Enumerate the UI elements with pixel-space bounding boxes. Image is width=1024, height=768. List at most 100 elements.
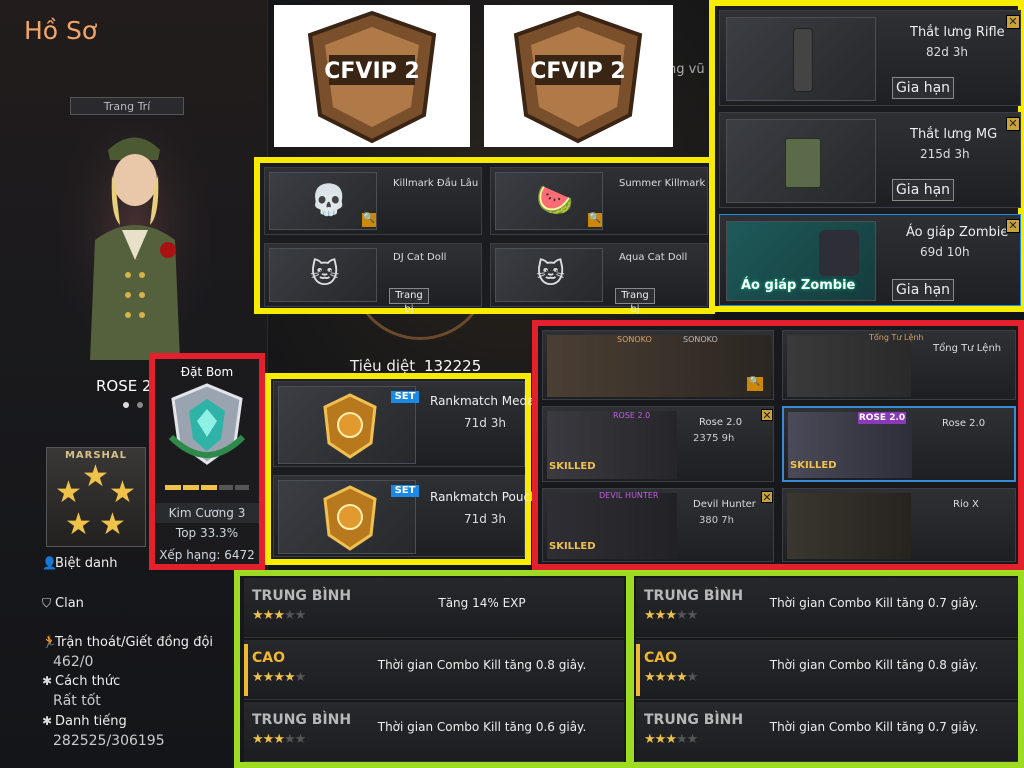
perk-tier: CAO bbox=[252, 650, 286, 666]
character-name: Devil Hunter bbox=[693, 499, 756, 510]
character-card[interactable]: DEVIL HUNTER SKILLED Devil Hunter 380 7h… bbox=[542, 488, 774, 562]
killmark-card[interactable]: 🍉 🔍 Summer Killmark bbox=[490, 167, 708, 235]
extend-button[interactable]: Gia hạn bbox=[892, 179, 954, 201]
perk-description: Thời gian Combo Kill tăng 0.7 giây. bbox=[769, 720, 979, 734]
medal-card[interactable]: SET Rankmatch Pouch 71d 3h bbox=[273, 475, 538, 557]
character-portrait bbox=[787, 335, 911, 397]
magnify-icon[interactable]: 🔍 bbox=[747, 377, 763, 391]
close-icon[interactable]: ✕ bbox=[761, 409, 773, 422]
aqua-cat-icon: 🐱 bbox=[536, 257, 566, 290]
carousel-dot[interactable] bbox=[137, 402, 143, 408]
star-filled-icon: ★ bbox=[665, 732, 677, 747]
character-tag: ROSE 2.0 bbox=[858, 412, 906, 424]
star-filled-icon: ★ bbox=[644, 608, 656, 623]
belt-card[interactable]: Thắt lưng Rifle 82d 3h Gia hạn ✕ bbox=[719, 10, 1021, 106]
star-filled-icon: ★ bbox=[252, 608, 264, 623]
belt-card[interactable]: Thắt lưng MG 215d 3h Gia hạn ✕ bbox=[719, 112, 1021, 208]
page-title: Hồ Sơ bbox=[24, 16, 98, 45]
close-icon[interactable]: ✕ bbox=[761, 491, 773, 504]
star-filled-icon: ★ bbox=[252, 670, 264, 685]
character-card[interactable]: Rio X bbox=[782, 488, 1016, 562]
extend-button[interactable]: Gia hạn bbox=[892, 77, 954, 99]
item-slot: 🍉 🔍 bbox=[495, 172, 603, 230]
star-empty-icon: ★ bbox=[675, 608, 688, 623]
equip-button[interactable]: Trang bị bbox=[615, 288, 655, 315]
perk-stars: ★★★★★ bbox=[252, 670, 307, 685]
reputation-value: 282525/306195 bbox=[53, 733, 165, 749]
character-tag: DEVIL HUNTER bbox=[599, 491, 659, 500]
escape-label: Trận thoát/Giết đồng đội bbox=[55, 635, 214, 650]
killmark-card[interactable]: 🐱 DJ Cat Doll Trang bị bbox=[264, 243, 482, 315]
carousel-dot-active[interactable] bbox=[123, 402, 129, 408]
perk-stars: ★★★★★ bbox=[252, 608, 306, 623]
item-slot: 🐱 bbox=[269, 248, 377, 302]
perk-row: CAO ★★★★★ Thời gian Combo Kill tăng 0.8 gi… bbox=[244, 640, 624, 700]
decorate-button[interactable]: Trang Trí bbox=[70, 97, 184, 115]
character-duration: 2375 9h bbox=[693, 433, 735, 444]
character-tag: Tổng Tư Lệnh bbox=[869, 333, 924, 342]
star-icon: ★ bbox=[99, 507, 126, 542]
perk-row: TRUNG BÌNH ★★★★★ Thời gian Combo Kill tăng… bbox=[636, 702, 1018, 762]
star-filled-icon: ★ bbox=[654, 670, 667, 685]
item-name: Thắt lưng Rifle bbox=[910, 25, 1005, 40]
ranked-mode: Đặt Bom bbox=[180, 365, 234, 379]
close-icon[interactable]: ✕ bbox=[1006, 219, 1020, 233]
perk-stars: ★★★★★ bbox=[644, 732, 699, 747]
star-icon: ★ bbox=[65, 507, 92, 542]
star-filled-icon: ★ bbox=[644, 732, 656, 747]
item-slot: SET bbox=[278, 386, 419, 464]
close-icon[interactable]: ✕ bbox=[1006, 15, 1020, 29]
perk-row: TRUNG BÌNH ★★★★★ Tăng 14% EXP bbox=[244, 578, 624, 638]
star-empty-icon: ★ bbox=[294, 670, 307, 685]
star-empty-icon: ★ bbox=[686, 732, 699, 747]
close-icon[interactable]: ✕ bbox=[1006, 117, 1020, 131]
extend-button[interactable]: Gia hạn bbox=[892, 279, 954, 301]
star-filled-icon: ★ bbox=[665, 670, 677, 685]
perk-tier: TRUNG BÌNH bbox=[252, 712, 352, 728]
star-filled-icon: ★ bbox=[665, 608, 677, 623]
character-card[interactable]: ROSE 2.0 SKILLED Rose 2.0 bbox=[782, 406, 1016, 482]
star-filled-icon: ★ bbox=[644, 670, 656, 685]
item-name: Killmark Đầu Lâu bbox=[393, 178, 479, 189]
star-filled-icon: ★ bbox=[675, 670, 688, 685]
item-slot: 🐱 bbox=[495, 248, 603, 302]
marshal-rank-badge: MARSHAL ★ ★ ★ ★ ★ bbox=[46, 447, 146, 547]
perk-tier: TRUNG BÌNH bbox=[644, 588, 744, 604]
item-name: DJ Cat Doll bbox=[393, 252, 447, 263]
belt-card[interactable]: Áo giáp Zombie Áo giáp Zombie 69d 10h Gi… bbox=[719, 214, 1021, 306]
star-filled-icon: ★ bbox=[273, 732, 285, 747]
perk-row: CAO ★★★★★ Thời gian Combo Kill tăng 0.8 gi… bbox=[636, 640, 1018, 700]
character-card[interactable]: Tổng Tư Lệnh Tổng Tư Lệnh bbox=[782, 330, 1016, 400]
equip-button[interactable]: Trang bị bbox=[389, 288, 429, 315]
character-card[interactable]: ROSE 2.0 SKILLED Rose 2.0 2375 9h ✕ bbox=[542, 406, 774, 482]
dj-cat-icon: 🐱 bbox=[310, 257, 340, 290]
star-empty-icon: ★ bbox=[675, 732, 688, 747]
perk-row: TRUNG BÌNH ★★★★★ Thời gian Combo Kill tăng… bbox=[244, 702, 624, 762]
star-filled-icon: ★ bbox=[654, 732, 667, 747]
character-name: Rose 2.0 bbox=[942, 418, 986, 429]
zombie-armor-art-label: Áo giáp Zombie bbox=[741, 278, 856, 293]
magnify-icon[interactable]: 🔍 bbox=[362, 213, 376, 227]
star-empty-icon: ★ bbox=[283, 732, 296, 747]
perk-stars: ★★★★★ bbox=[252, 732, 306, 747]
character-card[interactable]: SONOKO SONOKO 🔍 bbox=[542, 330, 774, 400]
magnify-icon[interactable]: 🔍 bbox=[588, 213, 602, 227]
killmark-card[interactable]: 🐱 Aqua Cat Doll Trang bị bbox=[490, 243, 708, 315]
rifle-magazine-icon bbox=[793, 28, 813, 92]
perk-description: Thời gian Combo Kill tăng 0.8 giây. bbox=[377, 658, 587, 672]
killmark-card[interactable]: 💀 🔍 Killmark Đầu Lâu bbox=[264, 167, 482, 235]
medal-card[interactable]: SET Rankmatch Meda 71d 3h bbox=[273, 381, 534, 467]
item-duration: 215d 3h bbox=[920, 147, 970, 161]
killmark-box: 💀 🔍 Killmark Đầu Lâu 🍉 🔍 Summer Killmark… bbox=[254, 157, 715, 315]
star-filled-icon: ★ bbox=[262, 608, 275, 623]
escape-value: 462/0 bbox=[53, 654, 94, 670]
partial-tab-text: ng vũ bbox=[668, 62, 705, 77]
svg-text:CFVIP 2: CFVIP 2 bbox=[530, 59, 625, 84]
character-name: Rio X bbox=[953, 499, 979, 510]
perk-accent-bar bbox=[244, 644, 248, 696]
cfvip-badge-image: CFVIP 2 bbox=[484, 5, 673, 147]
perk-tier: TRUNG BÌNH bbox=[252, 588, 352, 604]
perk-tier: CAO bbox=[644, 650, 678, 666]
character-name: Rose 2.0 bbox=[699, 417, 743, 428]
character-tag: SONOKO bbox=[617, 335, 652, 344]
